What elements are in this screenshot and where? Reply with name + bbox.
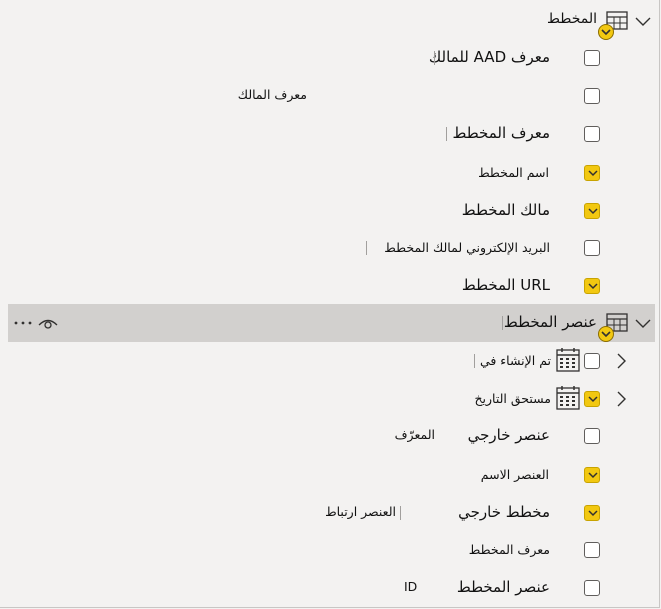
- field-row[interactable]: مالك المخطط: [0, 192, 661, 230]
- table-label: المخطط: [546, 11, 597, 27]
- divider: [446, 127, 447, 141]
- fields-pane: المخطط معرف AAD للمالك معرف المالك معرف …: [0, 0, 660, 608]
- check-icon: [588, 396, 598, 403]
- field-label: مستحق التاريخ: [474, 391, 551, 406]
- checked-badge-icon: [598, 24, 614, 40]
- chevron-right-icon[interactable]: [610, 350, 632, 372]
- field-row[interactable]: البريد الإلكتروني لمالك المخطط: [0, 229, 661, 267]
- field-row[interactable]: العنصر الاسم: [0, 456, 661, 494]
- check-icon: [588, 283, 598, 290]
- field-row[interactable]: URL المخطط: [0, 267, 661, 305]
- calendar-icon: [556, 348, 580, 372]
- field-label: البريد الإلكتروني لمالك المخطط: [384, 240, 550, 255]
- divider: [474, 354, 475, 368]
- table-header-plan[interactable]: المخطط: [0, 2, 661, 40]
- field-row[interactable]: اسم المخطط: [0, 154, 661, 192]
- field-label: مخطط خارجي: [458, 503, 550, 521]
- field-checkbox[interactable]: [584, 165, 600, 181]
- check-icon: [588, 208, 598, 215]
- field-row[interactable]: معرف المالك: [0, 77, 661, 115]
- field-label: معرف المخطط: [468, 542, 550, 557]
- field-checkbox[interactable]: [584, 580, 600, 596]
- field-label: معرف AAD للمالك: [428, 48, 550, 66]
- field-label: العنصر الاسم: [480, 467, 549, 482]
- table-header-plan-item[interactable]: عنصر المخطط: [8, 304, 655, 342]
- more-options-icon[interactable]: [12, 314, 36, 336]
- table-label: عنصر المخطط: [503, 313, 597, 331]
- field-row[interactable]: مخطط خارجي العنصر ارتباط: [0, 494, 661, 532]
- field-row[interactable]: عنصر المخطط ID: [0, 569, 661, 607]
- field-sublabel: معرف المالك: [237, 87, 307, 102]
- field-label: تم الإنشاء في: [479, 353, 551, 368]
- field-label: عنصر المخطط: [456, 578, 550, 596]
- field-checkbox[interactable]: [584, 353, 600, 369]
- divider: [502, 316, 503, 330]
- field-row[interactable]: معرف AAD للمالك: [0, 39, 661, 77]
- field-row[interactable]: معرف المخطط: [0, 531, 661, 569]
- field-label: اسم المخطط: [478, 165, 549, 180]
- visibility-eye-icon[interactable]: [38, 314, 58, 336]
- chevron-down-icon[interactable]: [632, 312, 654, 334]
- field-checkbox[interactable]: [584, 542, 600, 558]
- check-icon: [588, 472, 598, 479]
- field-row[interactable]: معرف المخطط: [0, 115, 661, 153]
- field-row[interactable]: مستحق التاريخ: [0, 380, 661, 418]
- field-checkbox[interactable]: [584, 203, 600, 219]
- field-label: معرف المخطط: [452, 124, 551, 142]
- calendar-icon: [556, 386, 580, 410]
- field-checkbox[interactable]: [584, 126, 600, 142]
- field-checkbox[interactable]: [584, 505, 600, 521]
- field-sublabel: العنصر ارتباط: [325, 504, 396, 519]
- chevron-right-icon[interactable]: [610, 388, 632, 410]
- field-sublabel: ID: [404, 579, 418, 594]
- divider: [366, 241, 367, 255]
- check-icon: [588, 170, 598, 177]
- field-row[interactable]: تم الإنشاء في: [0, 342, 661, 380]
- field-row[interactable]: عنصر خارجي المعرّف: [0, 417, 661, 455]
- field-checkbox[interactable]: [584, 240, 600, 256]
- field-checkbox[interactable]: [584, 391, 600, 407]
- divider: [434, 51, 435, 65]
- field-label: عنصر خارجي: [467, 426, 550, 444]
- field-checkbox[interactable]: [584, 278, 600, 294]
- field-label: مالك المخطط: [461, 201, 550, 219]
- field-label: URL المخطط: [461, 276, 550, 294]
- field-checkbox[interactable]: [584, 88, 600, 104]
- divider: [400, 506, 401, 520]
- field-checkbox[interactable]: [584, 428, 600, 444]
- checked-badge-icon: [598, 326, 614, 342]
- field-checkbox[interactable]: [584, 467, 600, 483]
- field-checkbox[interactable]: [584, 50, 600, 66]
- field-sublabel: المعرّف: [394, 427, 435, 442]
- check-icon: [588, 510, 598, 517]
- chevron-down-icon[interactable]: [632, 10, 654, 32]
